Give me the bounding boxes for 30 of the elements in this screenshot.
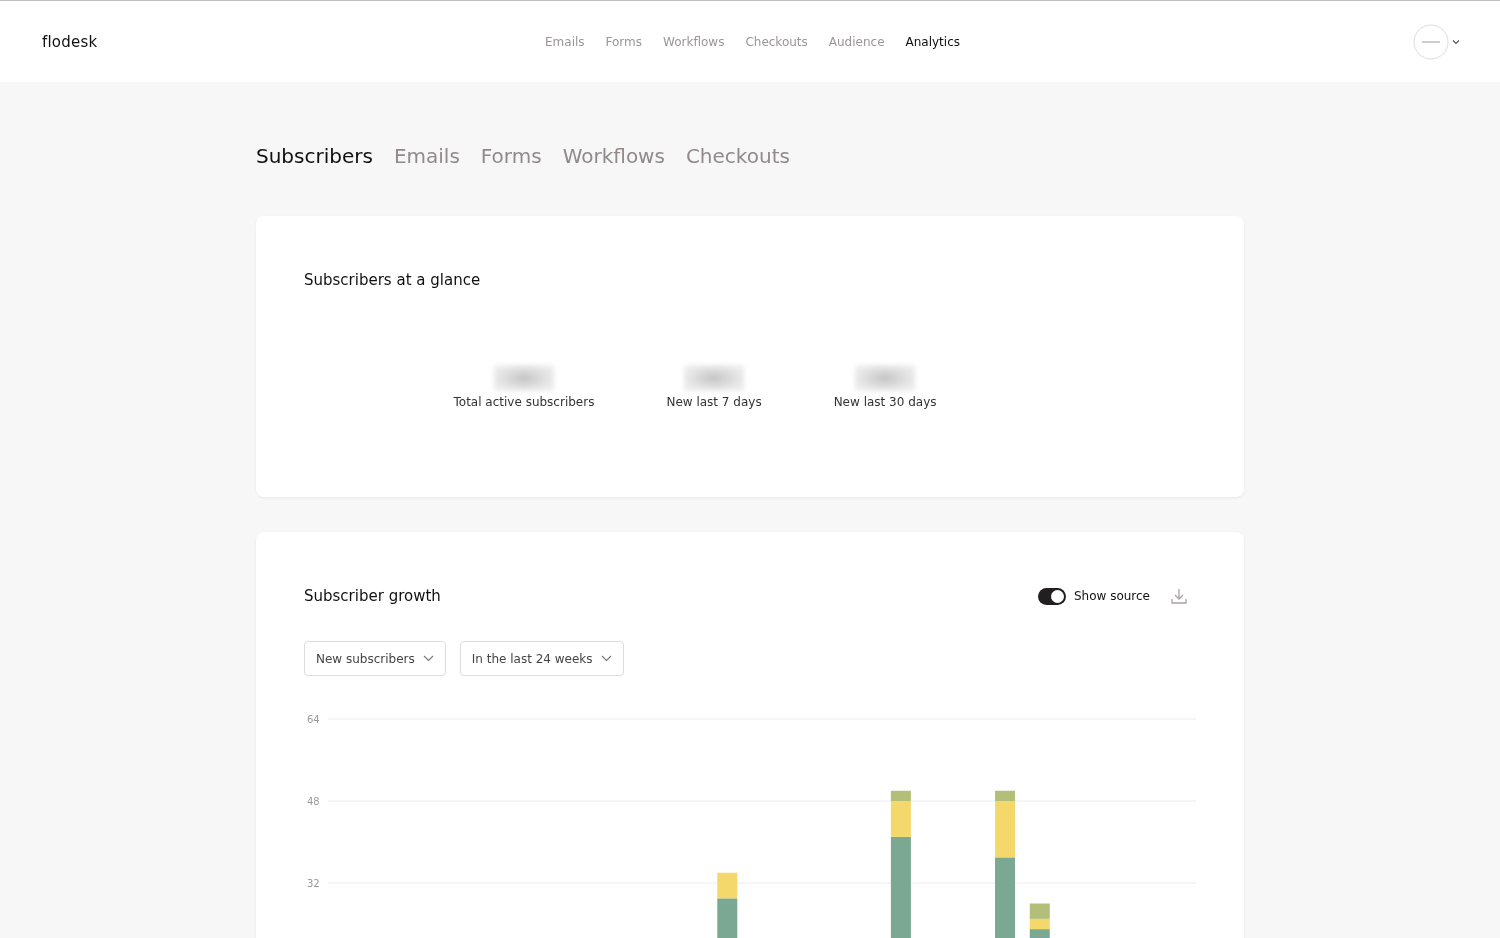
section-tab[interactable]: Checkouts (685, 144, 790, 168)
axis-label: 48 (307, 795, 320, 807)
blurred-value (855, 365, 916, 391)
nav-link[interactable]: Emails (545, 34, 585, 49)
stat-label: New last 30 days (833, 395, 937, 409)
blurred-value (684, 365, 744, 391)
chevron-down-icon (422, 655, 434, 662)
stat-label: Total active subscribers (453, 395, 595, 409)
section-tab[interactable]: Workflows (562, 144, 665, 168)
section-tab[interactable]: Forms (480, 144, 542, 168)
toggle-label: Show source (1073, 589, 1150, 603)
nav-link[interactable]: Forms (605, 34, 643, 49)
toggle-switch[interactable] (1037, 587, 1066, 605)
brand-logo[interactable]: flodesk (42, 32, 98, 51)
nav-link[interactable]: Analytics (905, 34, 960, 49)
dropdown[interactable]: New subscribers (304, 641, 446, 676)
chevron-down-icon[interactable] (1452, 38, 1460, 45)
chevron-down-icon (600, 655, 612, 662)
dropdown[interactable]: In the last 24 weeks (459, 641, 624, 676)
axis-label: 64 (307, 713, 320, 725)
card-title: Subscribers at a glance (304, 271, 482, 289)
section-tab[interactable]: Emails (393, 144, 460, 168)
nav-link[interactable]: Audience (828, 34, 885, 49)
axis-label: 32 (307, 877, 320, 889)
nav-link[interactable]: Workflows (663, 34, 725, 49)
blurred-value (493, 365, 554, 391)
stat-label: New last 7 days (666, 395, 762, 409)
nav-link[interactable]: Checkouts (745, 34, 808, 49)
section-tab[interactable]: Subscribers (256, 144, 373, 168)
card-title: Subscriber growth (304, 587, 441, 605)
